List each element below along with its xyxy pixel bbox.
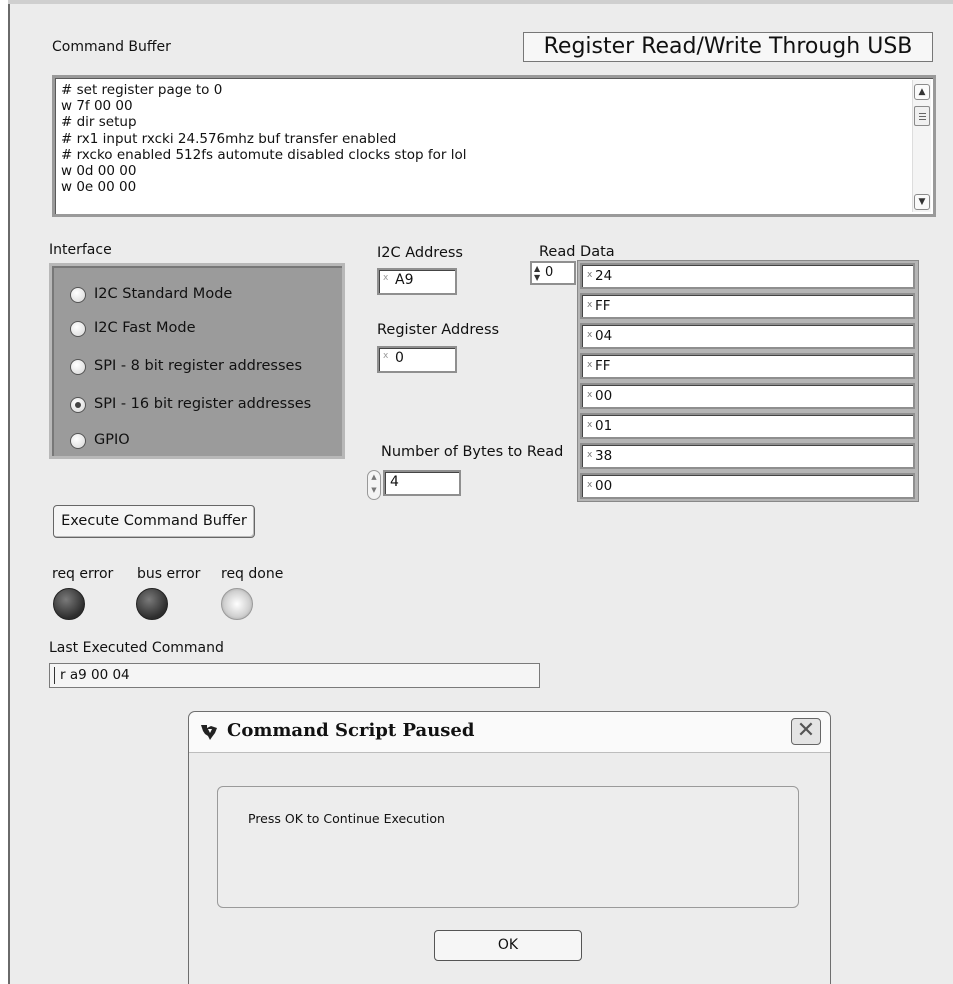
interface-label: Interface xyxy=(49,242,112,258)
command-line: # rx1 input rxcki 24.576mhz buf transfer… xyxy=(61,130,397,147)
radio-label: GPIO xyxy=(94,432,130,448)
read-data-element[interactable]: x 00 xyxy=(580,383,915,409)
req-done-label: req done xyxy=(221,566,284,582)
hex-format-icon: x xyxy=(383,273,389,283)
req-error-label: req error xyxy=(52,566,114,582)
bytes-spinner-icon[interactable]: ▲ ▼ xyxy=(367,470,381,500)
read-data-index-value: 0 xyxy=(545,265,554,280)
hex-format-icon: x xyxy=(587,390,593,400)
radio-button-icon[interactable] xyxy=(70,321,86,337)
scroll-up-icon[interactable]: ▲ xyxy=(914,84,930,100)
ok-button[interactable]: OK xyxy=(434,930,582,961)
read-data-value: 24 xyxy=(595,268,613,284)
scroll-down-icon[interactable]: ▼ xyxy=(914,194,930,210)
read-data-index[interactable]: ▲ ▼ 0 xyxy=(530,261,576,285)
command-line: w 7f 00 00 xyxy=(61,98,133,115)
radio-label: SPI - 8 bit register addresses xyxy=(94,358,303,374)
hex-format-icon: x xyxy=(383,351,389,361)
read-data-value: 01 xyxy=(595,418,613,434)
radio-label: I2C Fast Mode xyxy=(94,320,196,336)
hex-format-icon: x xyxy=(587,450,593,460)
bytes-to-read-value: 4 xyxy=(390,474,399,490)
hex-format-icon: x xyxy=(587,360,593,370)
dialog-titlebar[interactable]: Command Script Paused ✕ xyxy=(189,712,830,753)
bus-error-label: bus error xyxy=(137,566,201,582)
ti-logo-icon xyxy=(201,725,217,740)
command-line: # set register page to 0 xyxy=(61,82,223,98)
command-buffer-scrollbar[interactable]: ▲ ▼ xyxy=(912,80,931,212)
read-data-element[interactable]: x 24 xyxy=(580,263,915,289)
window-top-edge xyxy=(8,0,953,4)
register-address-label: Register Address xyxy=(377,322,500,338)
dialog-message-box: Press OK to Continue Execution xyxy=(217,786,799,908)
radio-button-icon[interactable] xyxy=(70,359,86,375)
hex-format-icon: x xyxy=(587,330,593,340)
bus-error-led-icon xyxy=(136,588,168,620)
radio-button-icon[interactable] xyxy=(70,287,86,303)
scroll-thumb[interactable] xyxy=(914,106,930,126)
dialog-message: Press OK to Continue Execution xyxy=(248,811,445,826)
radio-label: SPI - 16 bit register addresses xyxy=(94,396,312,412)
read-data-value: 00 xyxy=(595,478,613,494)
page-title: Register Read/Write Through USB xyxy=(523,32,933,62)
bytes-to-read-input[interactable]: 4 xyxy=(383,470,461,496)
command-line: w 0e 00 00 xyxy=(61,179,137,196)
execute-command-buffer-button[interactable]: Execute Command Buffer xyxy=(53,505,255,538)
index-spinner-icon[interactable]: ▲ ▼ xyxy=(534,264,540,282)
read-data-value: 04 xyxy=(595,328,613,344)
read-data-element[interactable]: x FF xyxy=(580,293,915,319)
radio-label: I2C Standard Mode xyxy=(94,286,233,302)
radio-button-icon[interactable] xyxy=(70,433,86,449)
register-address-value: 0 xyxy=(395,350,404,366)
last-command-label: Last Executed Command xyxy=(49,640,224,656)
i2c-address-label: I2C Address xyxy=(377,245,463,261)
command-line: # dir setup xyxy=(61,114,137,131)
read-data-value: FF xyxy=(595,358,611,374)
i2c-address-input[interactable]: x A9 xyxy=(377,268,457,295)
interface-radio-group: I2C Standard Mode I2C Fast Mode SPI - 8 … xyxy=(49,263,345,459)
last-command-field: r a9 00 04 xyxy=(49,663,540,688)
hex-format-icon: x xyxy=(587,420,593,430)
read-data-element[interactable]: x 00 xyxy=(580,473,915,499)
command-buffer-textarea[interactable]: # set register page to 0w 7f 00 00 # dir … xyxy=(52,75,936,217)
command-script-paused-dialog: Command Script Paused ✕ Press OK to Cont… xyxy=(188,711,831,984)
last-command-value: r a9 00 04 xyxy=(60,667,130,683)
read-data-value: 38 xyxy=(595,448,613,464)
command-buffer-text: # set register page to 0w 7f 00 00 # dir … xyxy=(61,82,466,195)
read-data-element[interactable]: x 38 xyxy=(580,443,915,469)
read-data-value: 00 xyxy=(595,388,613,404)
hex-format-icon: x xyxy=(587,270,593,280)
window-left-edge xyxy=(0,0,10,984)
bytes-to-read-label: Number of Bytes to Read xyxy=(381,444,564,460)
read-data-element[interactable]: x FF xyxy=(580,353,915,379)
hex-format-icon: x xyxy=(587,300,593,310)
command-buffer-label: Command Buffer xyxy=(52,39,171,55)
hex-format-icon: x xyxy=(587,480,593,490)
radio-button-selected-icon[interactable] xyxy=(70,397,86,413)
read-data-element[interactable]: x 01 xyxy=(580,413,915,439)
req-done-led-icon xyxy=(221,588,253,620)
command-line: w 0d 00 00 xyxy=(61,163,137,180)
read-data-label: Read Data xyxy=(539,244,615,260)
read-data-element[interactable]: x 04 xyxy=(580,323,915,349)
command-line: # rxcko enabled 512fs automute disabled … xyxy=(61,146,467,163)
close-icon[interactable]: ✕ xyxy=(791,718,821,745)
req-error-led-icon xyxy=(53,588,85,620)
i2c-address-value: A9 xyxy=(395,272,414,288)
read-data-value: FF xyxy=(595,298,611,314)
register-address-input[interactable]: x 0 xyxy=(377,346,457,373)
dialog-title: Command Script Paused xyxy=(227,720,475,741)
